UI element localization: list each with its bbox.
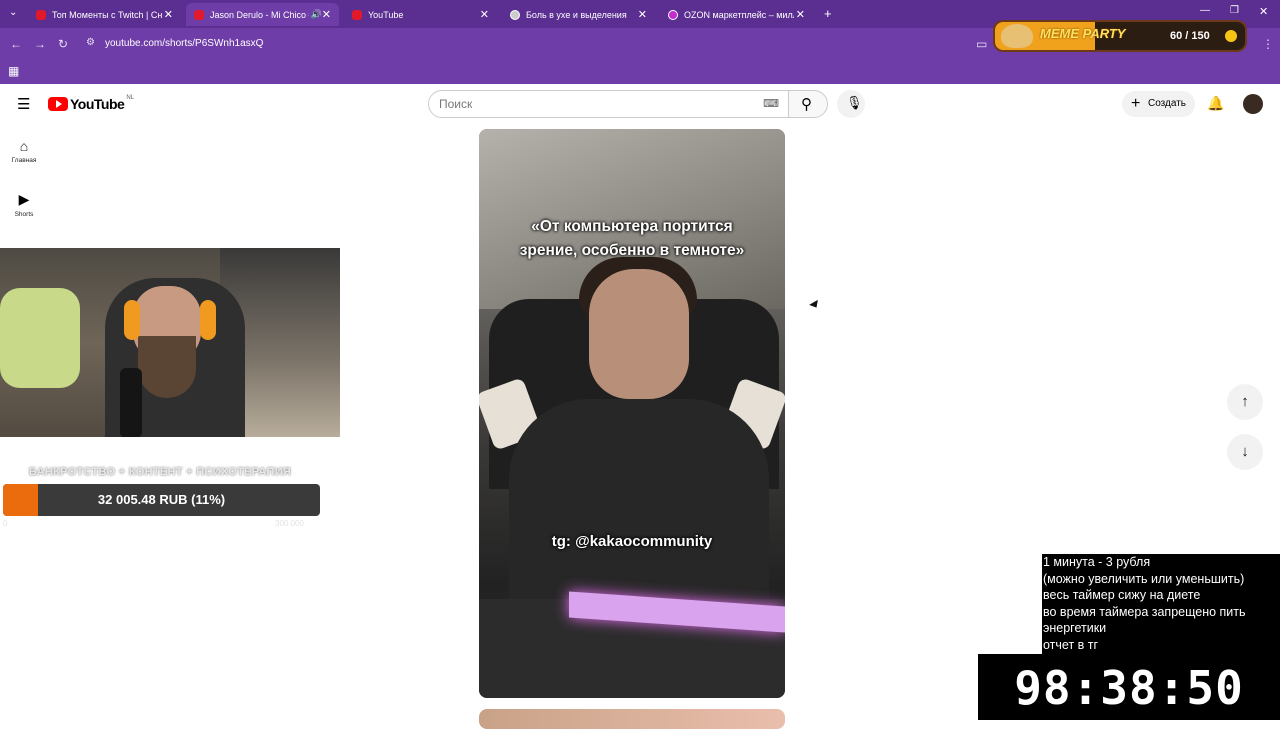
tab-ear-pain[interactable]: Боль в ухе и выделения ✕	[502, 3, 655, 26]
youtube-favicon-icon	[352, 9, 362, 20]
url-field[interactable]: youtube.com/shorts/P6SWnh1asxQ	[105, 32, 263, 55]
timer-rule-line: отчет в тг	[1043, 637, 1099, 652]
short-video-player[interactable]: «От компьютера портится зрение, особенно…	[479, 129, 785, 698]
close-icon[interactable]: ✕	[322, 8, 331, 21]
forward-icon[interactable]: →	[34, 37, 46, 51]
search-icon: ⚲	[801, 96, 812, 113]
guide-item-home[interactable]: ⌂ Главная	[4, 138, 44, 164]
tab-search-dropdown-icon[interactable]: ⌄	[9, 7, 17, 18]
video-caption-line1: «От компьютера портится	[531, 218, 733, 235]
search-input[interactable]: Поиск ⌨	[428, 90, 790, 118]
search-button[interactable]: ⚲	[788, 90, 828, 118]
timer-rule-line: весь таймер сижу на диете	[1043, 588, 1201, 602]
donation-goal-bar: 32 005.48 RUB (11%)	[3, 484, 320, 516]
previous-short-button[interactable]: ↑	[1227, 384, 1263, 420]
tab-twitch[interactable]: Топ Моменты с Twitch | Сново ✕	[28, 3, 181, 26]
donation-goal-title: БАНКРОТСТВО + КОНТЕНТ + ПСИХОТЕРАПИЯ	[28, 466, 292, 478]
close-window-icon[interactable]: ✕	[1259, 5, 1268, 18]
next-short-button[interactable]: ↓	[1227, 434, 1263, 470]
arrow-down-icon: ↓	[1241, 443, 1249, 460]
new-tab-button[interactable]: +	[824, 6, 832, 21]
reload-icon[interactable]: ↻	[58, 37, 68, 51]
notifications-bell-icon[interactable]: 🔔	[1207, 95, 1224, 112]
video-caption-line2: зрение, особенно в темноте»	[519, 242, 745, 259]
avatar[interactable]	[1243, 94, 1263, 114]
meme-party-count: 60 / 150	[1170, 30, 1210, 42]
youtube-favicon-icon	[194, 9, 204, 20]
ozon-favicon-icon	[668, 9, 678, 20]
keyboard-icon[interactable]: ⌨	[763, 91, 779, 117]
donation-goal-max: 300 000	[275, 519, 304, 528]
tab-youtube[interactable]: YouTube ✕	[344, 3, 497, 26]
menu-dots-icon[interactable]: ⋮	[1262, 37, 1274, 51]
meme-party-title: MEME PARTY	[1040, 26, 1126, 41]
close-icon[interactable]: ✕	[796, 8, 805, 21]
back-icon[interactable]: ←	[10, 37, 22, 51]
maximize-icon[interactable]: ❐	[1230, 5, 1239, 16]
voice-search-button[interactable]: 🎙	[837, 90, 865, 118]
headphones-icon	[124, 300, 140, 340]
bookmarks-bar: ▦	[0, 59, 1280, 84]
coin-icon	[1225, 30, 1237, 42]
countdown-timer: 98:38:50	[978, 654, 1280, 720]
globe-favicon-icon	[510, 9, 520, 20]
next-short-preview[interactable]	[479, 709, 785, 729]
site-info-icon[interactable]: ⚙	[86, 37, 95, 48]
timer-rule-line: энергетики	[1043, 621, 1107, 635]
create-button[interactable]: + Создать	[1122, 91, 1195, 117]
apps-grid-icon[interactable]: ▦	[8, 64, 19, 78]
plus-icon: +	[1131, 95, 1141, 112]
cast-icon[interactable]: ▭	[976, 37, 987, 51]
minimize-icon[interactable]: —	[1200, 5, 1210, 16]
doge-icon	[1001, 24, 1033, 48]
tab-jason-derulo[interactable]: Jason Derulo - Mi Chico #d 🔊 ✕	[186, 3, 339, 26]
timer-rule-line: 1 минута - 3 рубля	[1043, 555, 1151, 569]
donation-goal-min: 0	[3, 519, 8, 528]
meme-party-widget: MEME PARTY 60 / 150	[993, 20, 1247, 52]
close-icon[interactable]: ✕	[638, 8, 647, 21]
timer-rule-line: во время таймера запрещено пить	[1043, 604, 1246, 619]
webcam-overlay	[0, 248, 340, 437]
video-watermark: tg: @kakaocommunity	[551, 533, 713, 550]
youtube-favicon-icon	[36, 9, 46, 20]
youtube-play-icon	[48, 97, 68, 111]
timer-rule-line: (можно увеличить или уменьшить)	[1043, 571, 1245, 586]
microphone-icon: 🎙	[846, 95, 863, 110]
mouse-cursor-icon	[809, 299, 821, 311]
close-icon[interactable]: ✕	[480, 8, 489, 21]
shorts-icon: ▶	[18, 191, 30, 207]
guide-item-shorts[interactable]: ▶ Shorts	[4, 191, 44, 218]
timer-rules: 1 минута - 3 рубля (можно увеличить или …	[1042, 554, 1280, 654]
hamburger-menu-icon[interactable]: ☰	[17, 95, 30, 113]
arrow-up-icon: ↑	[1241, 393, 1249, 410]
youtube-logo[interactable]: YouTube NL	[48, 95, 134, 112]
donation-goal-amount: 32 005.48 RUB (11%)	[97, 492, 226, 507]
close-icon[interactable]: ✕	[164, 8, 173, 21]
home-icon: ⌂	[19, 138, 29, 154]
tab-ozon[interactable]: OZON маркетплейс – миллио ✕	[660, 3, 813, 26]
speaker-icon[interactable]: 🔊	[311, 9, 322, 20]
